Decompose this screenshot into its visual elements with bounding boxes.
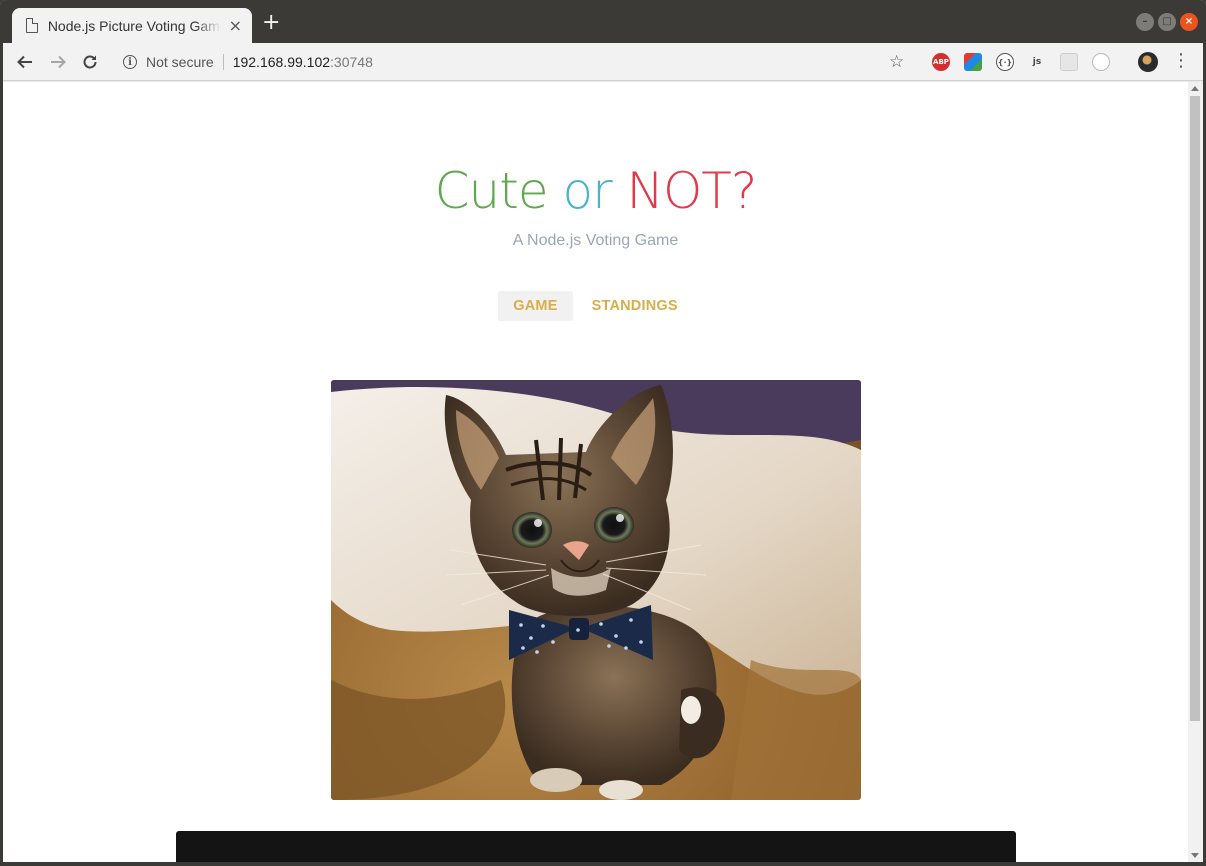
color-picker-icon[interactable]: [964, 53, 982, 71]
json-viewer-icon[interactable]: {·}: [996, 53, 1014, 71]
minimize-button[interactable]: –: [1136, 13, 1154, 31]
tab-strip: Node.js Picture Voting Game × + – □ ×: [0, 0, 1206, 43]
bookmark-star-icon[interactable]: ☆: [889, 52, 904, 72]
omnibox-divider: [222, 54, 224, 70]
page-title: Cute or NOT?: [3, 162, 1188, 220]
nav-standings[interactable]: STANDINGS: [577, 291, 693, 321]
scroll-up-arrow-icon[interactable]: [1191, 86, 1199, 91]
window-border: [0, 43, 3, 866]
page-icon: [26, 17, 39, 33]
vertical-scrollbar[interactable]: [1188, 82, 1203, 862]
page-viewport: Cute or NOT? A Node.js Voting Game GAME …: [3, 82, 1188, 862]
window-border: [0, 862, 1206, 866]
maximize-button[interactable]: □: [1158, 13, 1176, 31]
reload-button[interactable]: [78, 50, 102, 74]
avatar[interactable]: [1138, 52, 1158, 72]
kitten-photo[interactable]: [331, 380, 861, 800]
security-label: Not secure: [146, 54, 214, 70]
arrow-left-icon: [17, 55, 32, 69]
reload-icon: [83, 55, 97, 69]
js-icon[interactable]: js: [1028, 53, 1046, 71]
back-button[interactable]: [13, 50, 37, 74]
forward-button[interactable]: [46, 50, 70, 74]
close-window-button[interactable]: ×: [1180, 13, 1198, 31]
kitten-with-bowtie-image: [331, 380, 861, 800]
extension-icon[interactable]: [1060, 53, 1078, 71]
url-host: 192.168.99.102: [232, 54, 331, 70]
scroll-thumb[interactable]: [1190, 96, 1200, 721]
tab-title: Node.js Picture Voting Game: [47, 17, 221, 34]
info-icon[interactable]: i: [123, 55, 137, 69]
extension-icon[interactable]: [1092, 53, 1110, 71]
browser-tab[interactable]: Node.js Picture Voting Game ×: [12, 8, 252, 43]
url-port: :30748: [330, 54, 373, 70]
new-tab-button[interactable]: +: [262, 12, 280, 34]
title-word-cute: Cute: [434, 162, 549, 220]
js-label: js: [1032, 57, 1042, 67]
address-bar[interactable]: i Not secure 192.168.99.102:30748: [112, 48, 922, 76]
close-tab-icon[interactable]: ×: [229, 17, 242, 34]
main-nav: GAME STANDINGS: [3, 291, 1188, 321]
browser-toolbar: i Not secure 192.168.99.102:30748 ☆ ABP …: [0, 43, 1206, 81]
adblock-icon[interactable]: ABP: [932, 53, 950, 71]
title-word-or: or: [562, 162, 612, 220]
vote-panel: [176, 831, 1016, 862]
arrow-right-icon: [51, 55, 66, 69]
menu-icon[interactable]: ⋮: [1172, 51, 1190, 71]
scroll-down-arrow-icon[interactable]: [1191, 853, 1199, 858]
browser-window: Node.js Picture Voting Game × + – □ × i …: [0, 0, 1206, 866]
window-controls: – □ ×: [1136, 13, 1198, 31]
nav-game[interactable]: GAME: [498, 291, 573, 321]
title-word-not: NOT?: [626, 162, 758, 220]
page-subtitle: A Node.js Voting Game: [512, 232, 679, 249]
adblock-label: ABP: [933, 58, 949, 66]
